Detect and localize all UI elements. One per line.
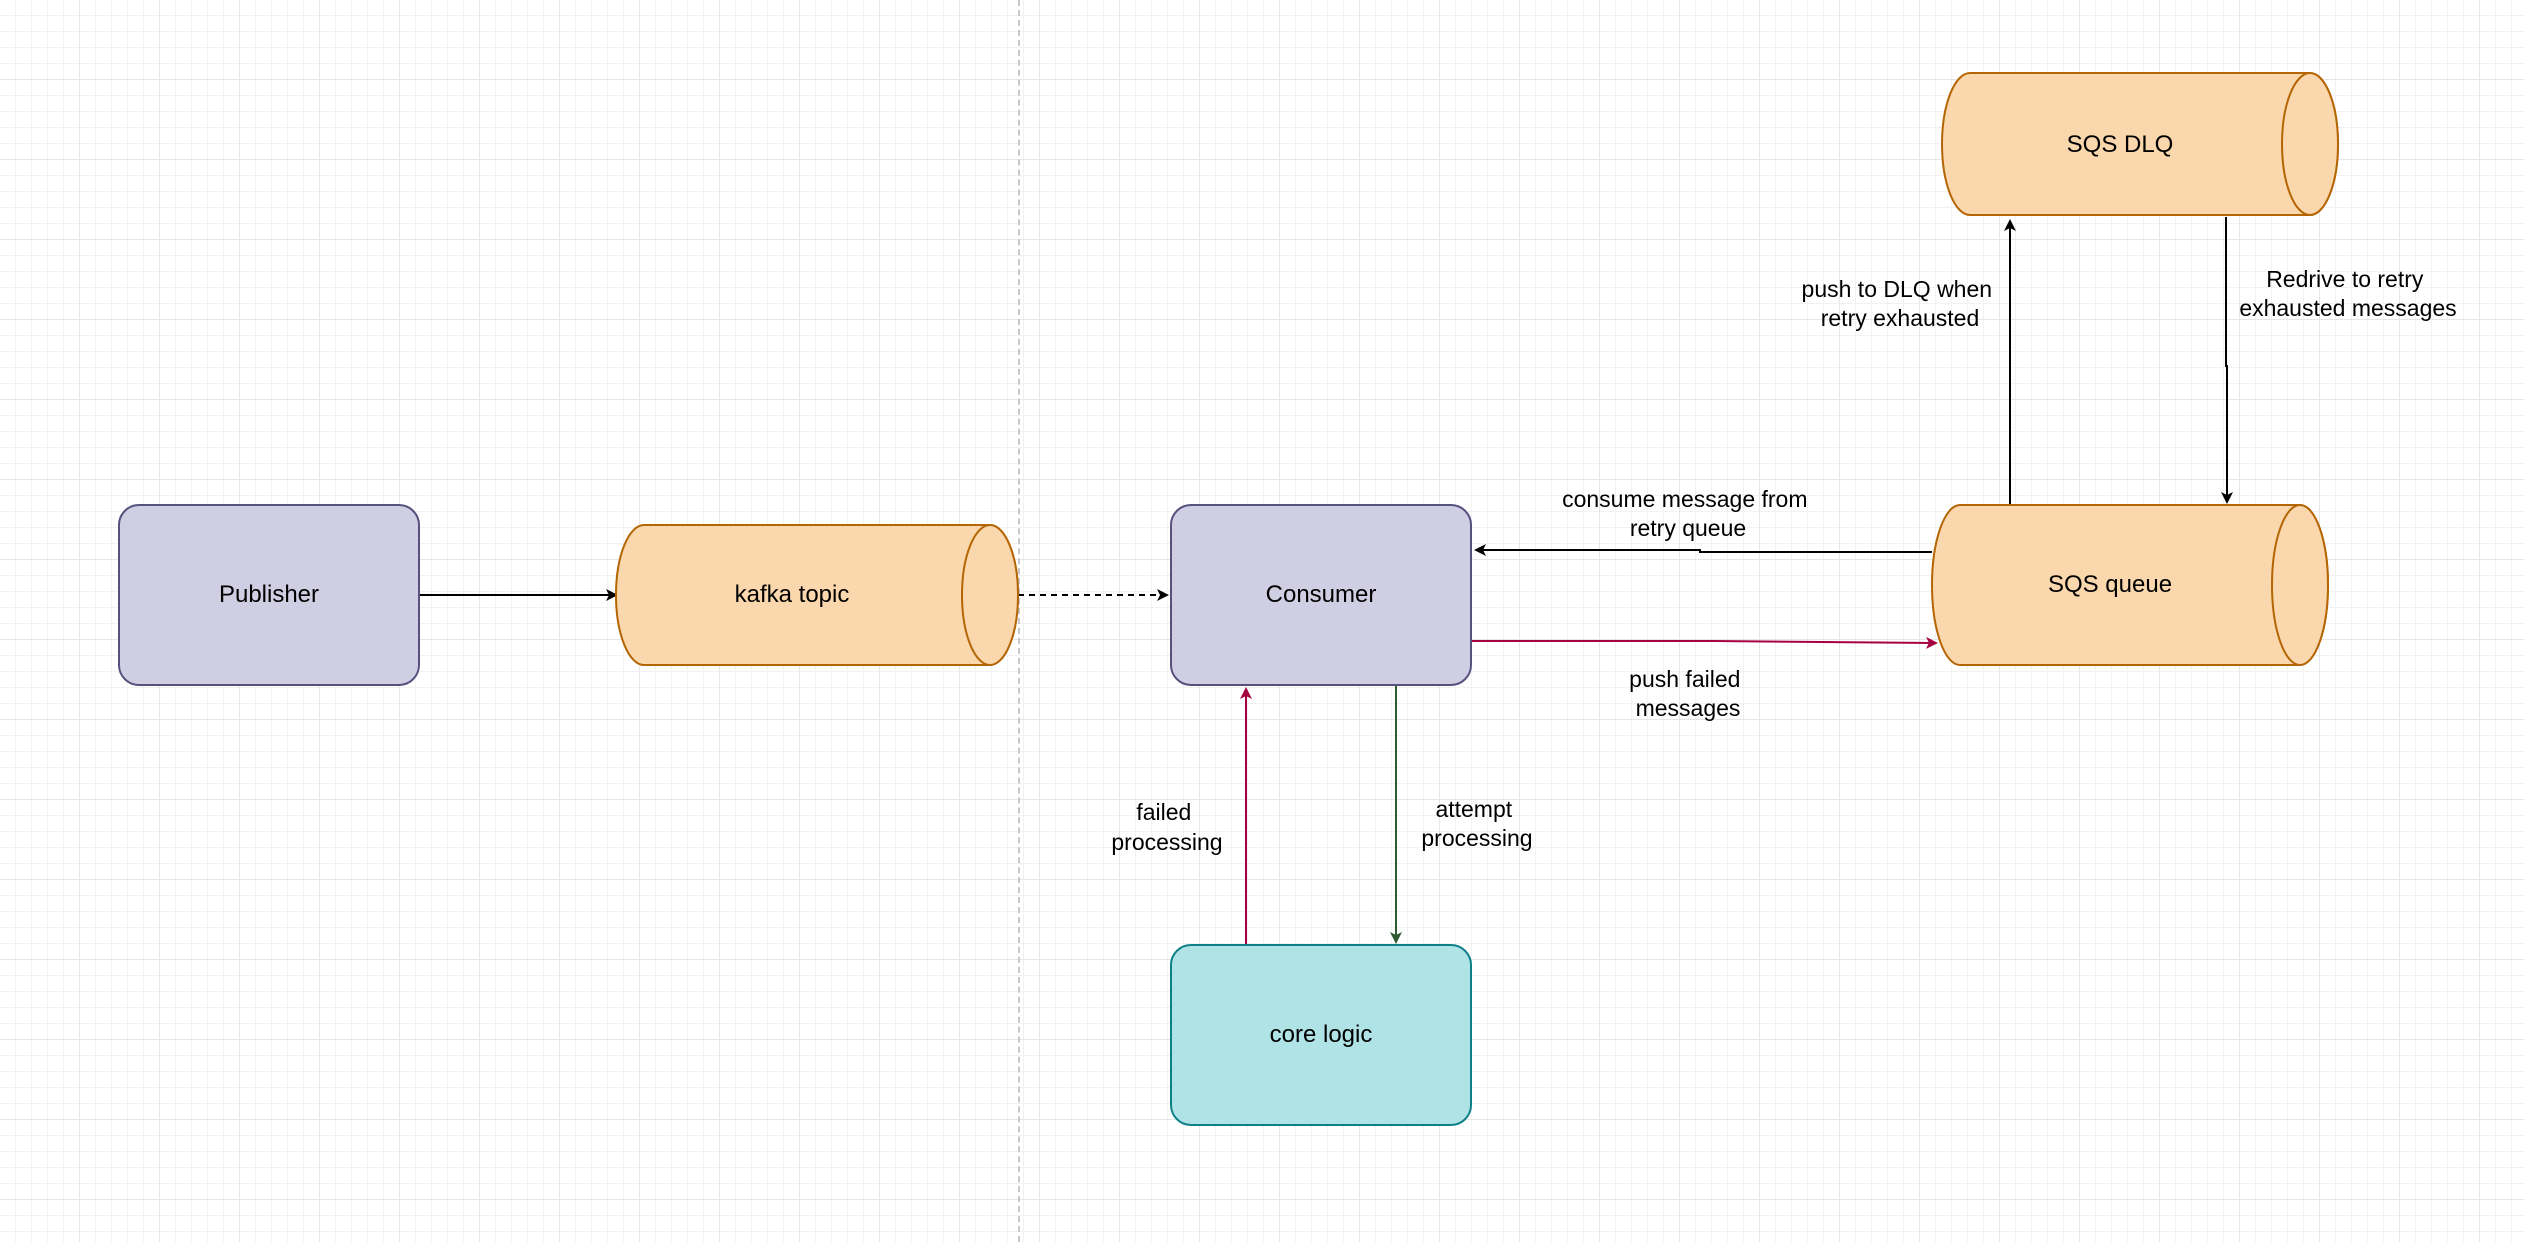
node-label: SQS queue [2048,571,2172,598]
edge-label-line: retry queue [1630,515,1746,541]
edge-sqs-queue-to-dlq[interactable] [2004,219,2016,509]
edge-label-line: push failed [1629,666,1740,692]
node-label: Publisher [219,581,319,608]
node-publisher[interactable]: Publisher [118,504,420,686]
edge-label-consume-message: consume message from retry queue [1562,486,1814,541]
edge-label-line: messages [1636,695,1741,721]
node-core-logic[interactable]: core logic [1170,944,1472,1126]
node-consumer[interactable]: Consumer [1170,504,1472,686]
node-label: kafka topic [735,581,850,608]
edge-label-line: processing [1421,825,1532,851]
node-kafka-topic[interactable]: kafka topic [615,524,1019,666]
node-label: Consumer [1266,581,1377,608]
node-sqs-dlq[interactable]: SQS DLQ [1941,72,2339,216]
edge-label-line: processing [1111,829,1222,855]
edge-label-line: push to DLQ when [1802,276,1993,302]
edge-label-attempt-processing: attempt processing [1421,796,1532,851]
node-label: SQS DLQ [2067,131,2174,158]
edge-label-line: retry exhausted [1821,305,1980,331]
flow-diagram: attempt processing failed processing pus… [118,72,2457,1126]
edge-label-line: Redrive to retry [2266,266,2424,292]
edge-label-redrive: Redrive to retry exhausted messages [2239,266,2456,321]
edge-label-push-to-dlq: push to DLQ when retry exhausted [1802,276,1999,331]
edge-label-failed-processing: failed processing [1111,799,1222,855]
node-sqs-queue[interactable]: SQS queue [1931,504,2329,666]
edge-label-push-failed-messages: push failed messages [1629,666,1747,721]
edge-dlq-to-sqs-queue[interactable] [2221,217,2233,504]
edge-label-line: failed [1136,799,1191,825]
node-label: core logic [1270,1021,1373,1048]
edge-label-line: exhausted messages [2239,295,2456,321]
edge-label-line: attempt [1435,796,1512,822]
edge-label-line: consume message from [1562,486,1807,512]
edge-consumer-to-sqs-queue[interactable] [1471,636,1938,649]
edge-sqs-queue-to-consumer[interactable] [1474,544,1932,556]
